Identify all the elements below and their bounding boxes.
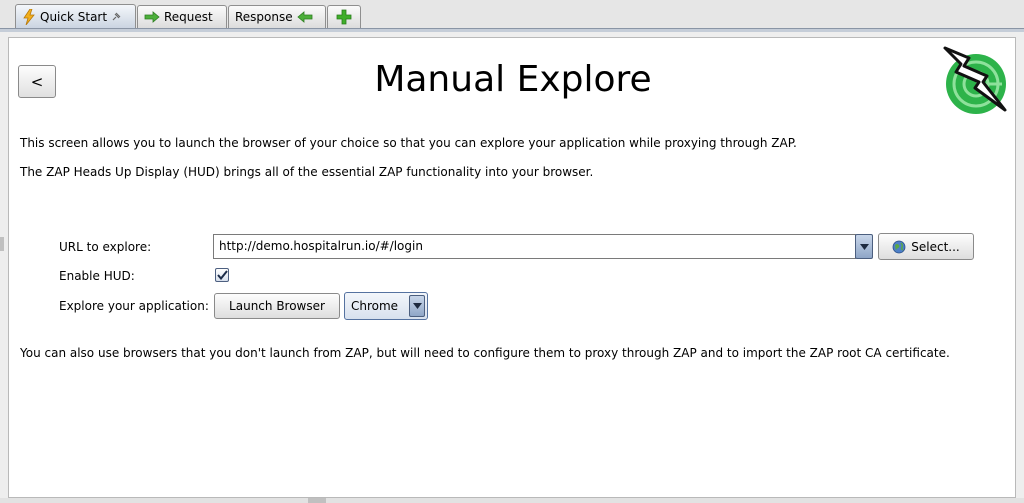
pin-icon	[112, 12, 121, 21]
tab-strip: Quick Start Request Response	[0, 0, 1024, 30]
select-label: Select...	[911, 239, 960, 254]
chevron-down-icon	[412, 303, 422, 309]
tab-response[interactable]: Response	[228, 5, 326, 28]
hud-label: Enable HUD:	[59, 269, 135, 283]
url-label: URL to explore:	[59, 240, 152, 254]
tab-label: Response	[235, 10, 293, 24]
url-input[interactable]: http://demo.hospitalrun.io/#/login	[213, 234, 856, 259]
description-launch: This screen allows you to launch the bro…	[20, 136, 797, 150]
chevron-down-icon	[859, 243, 869, 250]
lightning-icon	[23, 9, 35, 25]
split-handle-bottom[interactable]	[308, 498, 326, 503]
tab-label: Quick Start	[40, 10, 108, 24]
tab-label: Request	[164, 10, 213, 24]
select-url-button[interactable]: Select...	[878, 233, 974, 260]
tab-underline	[0, 28, 1024, 32]
bottom-divider	[0, 498, 1024, 503]
zap-logo-icon	[943, 46, 1007, 114]
browser-select[interactable]: Chrome	[344, 292, 428, 320]
split-handle-left[interactable]	[0, 237, 4, 251]
browser-dropdown-button[interactable]	[409, 295, 425, 317]
plus-icon	[336, 9, 352, 25]
launch-label: Launch Browser	[229, 299, 325, 313]
checkmark-icon	[216, 270, 228, 280]
launch-browser-button[interactable]: Launch Browser	[214, 293, 340, 319]
globe-icon	[892, 240, 906, 253]
quick-start-panel: < Manual Explore This screen allows you …	[8, 37, 1016, 498]
url-dropdown-button[interactable]	[855, 234, 873, 259]
browser-value: Chrome	[351, 299, 399, 313]
tab-request[interactable]: Request	[137, 5, 227, 28]
tab-add[interactable]	[327, 5, 361, 28]
enable-hud-checkbox[interactable]	[215, 268, 229, 282]
tab-quick-start[interactable]: Quick Start	[15, 4, 136, 29]
arrow-left-icon	[297, 11, 313, 23]
footer-note: You can also use browsers that you don't…	[20, 346, 950, 360]
description-hud: The ZAP Heads Up Display (HUD) brings al…	[20, 165, 594, 179]
page-title: Manual Explore	[374, 59, 652, 100]
explore-label: Explore your application:	[59, 299, 209, 313]
arrow-right-icon	[144, 11, 160, 23]
